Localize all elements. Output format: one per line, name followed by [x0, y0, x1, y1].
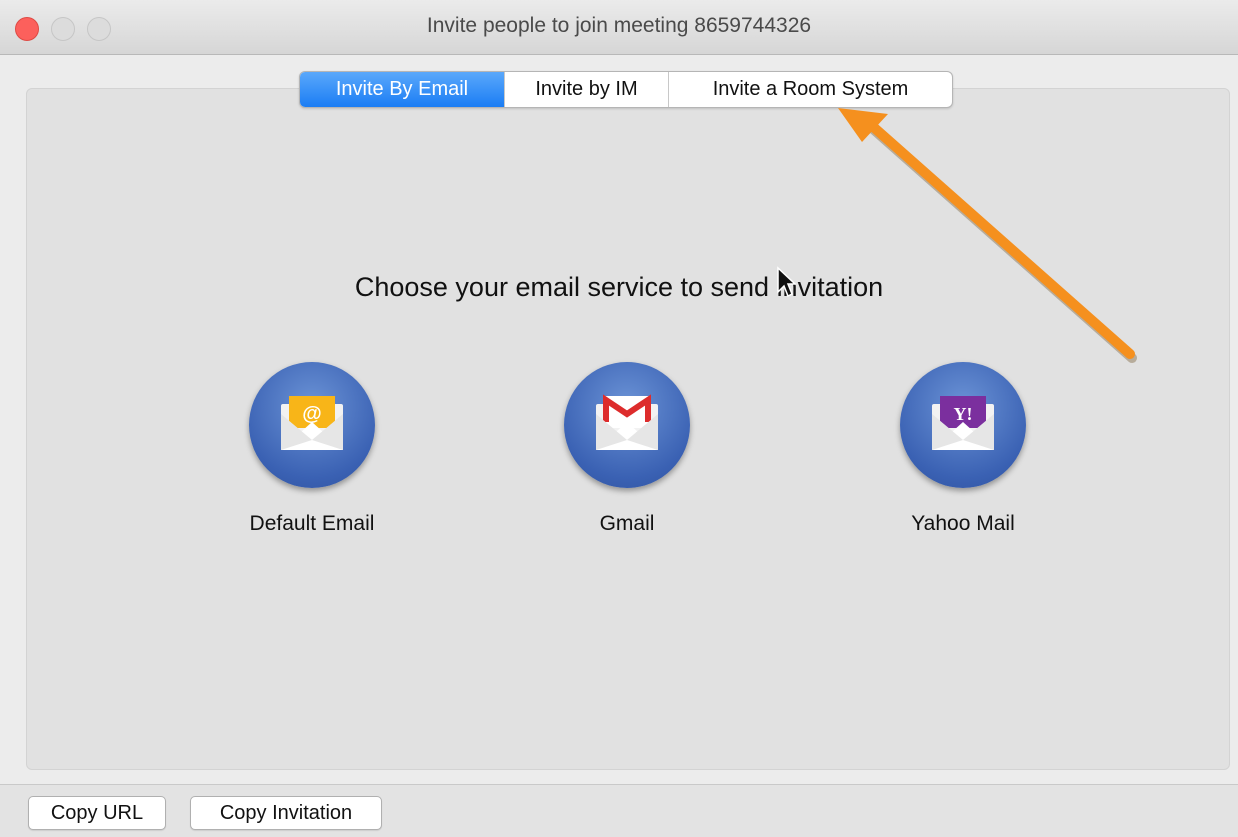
svg-text:@: @ [302, 403, 322, 425]
service-gmail[interactable]: Gmail [517, 362, 737, 536]
tab-invite-by-im[interactable]: Invite by IM [504, 72, 668, 107]
gmail-label: Gmail [599, 512, 655, 535]
default-email-icon[interactable]: @ [249, 362, 375, 488]
copy-url-button[interactable]: Copy URL [28, 796, 166, 830]
tab-invite-by-email[interactable]: Invite By Email [300, 72, 504, 107]
bottom-toolbar: Copy URL Copy Invitation [0, 784, 1238, 837]
title-bar: Invite people to join meeting 8659744326 [0, 0, 1238, 55]
service-yahoo-mail[interactable]: Y! Yahoo Mail [853, 362, 1073, 536]
window-title: Invite people to join meeting 8659744326 [426, 14, 812, 37]
invite-tabs: Invite By Email Invite by IM Invite a Ro… [299, 71, 953, 108]
mouse-cursor-icon [777, 266, 796, 298]
tab-invite-room-system[interactable]: Invite a Room System [668, 72, 952, 107]
page-heading: Choose your email service to send invita… [354, 272, 884, 302]
default-email-label: Default Email [249, 512, 375, 535]
yahoo-mail-label: Yahoo Mail [911, 512, 1015, 535]
yahoo-mail-icon[interactable]: Y! [900, 362, 1026, 488]
gmail-icon[interactable] [564, 362, 690, 488]
svg-text:Y!: Y! [954, 404, 973, 424]
service-default-email[interactable]: @ Default Email [202, 362, 422, 536]
copy-invitation-button[interactable]: Copy Invitation [190, 796, 382, 830]
